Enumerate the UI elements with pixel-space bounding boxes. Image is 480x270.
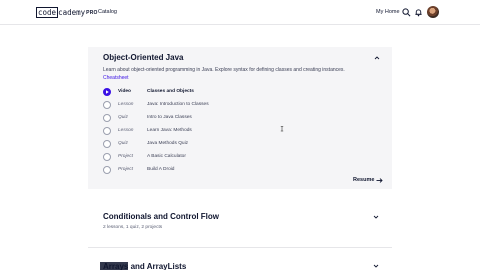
module-meta: 2 lessons, 1 quiz, 2 projects <box>103 225 163 230</box>
chevron-down-icon[interactable] <box>373 263 379 269</box>
item-name: A Basic Calculator <box>147 154 186 159</box>
item-type: Quiz <box>118 115 128 120</box>
item-type: Lesson <box>118 102 134 107</box>
module-object-oriented-java: Object-Oriented Java Learn about object-… <box>88 47 392 189</box>
logo-pro: PRO <box>86 9 98 16</box>
module-description: Learn about object-oriented programming … <box>103 67 345 73</box>
content-item[interactable]: Lesson Java: Introduction to Classes <box>103 101 363 111</box>
logo-cademy: cademy <box>58 8 86 17</box>
arrow-right-icon <box>376 177 384 183</box>
content-item[interactable]: Project A Basic Calculator <box>103 153 363 163</box>
item-name: Intro to Java Classes <box>147 115 192 120</box>
chevron-up-icon[interactable] <box>374 55 380 61</box>
project-icon <box>103 166 111 174</box>
item-name: Java Methods Quiz <box>147 141 189 146</box>
codecademy-pro-logo[interactable]: code cademy PRO <box>36 7 98 18</box>
overlay-obstruction <box>100 262 128 270</box>
lesson-icon <box>103 101 111 109</box>
nav-my-home-link[interactable]: My Home <box>376 9 400 15</box>
quiz-icon <box>103 140 111 148</box>
cheatsheet-link[interactable]: Cheatsheet <box>103 75 129 81</box>
module-title-conditionals[interactable]: Conditionals and Control Flow <box>103 212 219 221</box>
nav-catalog-link[interactable]: Catalog <box>98 9 117 15</box>
item-name: Learn Java: Methods <box>147 128 192 133</box>
item-type: Quiz <box>118 141 128 146</box>
avatar[interactable] <box>427 6 439 18</box>
module-title[interactable]: Object-Oriented Java <box>103 53 183 62</box>
play-icon <box>103 88 111 96</box>
logo-code: code <box>36 7 59 18</box>
project-icon <box>103 153 111 161</box>
content-item[interactable]: Quiz Java Methods Quiz <box>103 140 363 150</box>
resume-button[interactable]: Resume <box>353 177 384 183</box>
quiz-icon <box>103 114 111 122</box>
content-item[interactable]: Project Build A Droid <box>103 166 363 176</box>
item-type: Project <box>118 154 133 159</box>
chevron-down-icon[interactable] <box>373 214 379 220</box>
item-type: Video <box>118 89 131 94</box>
divider <box>88 247 392 248</box>
lesson-icon <box>103 127 111 135</box>
bell-icon[interactable] <box>414 8 423 17</box>
item-name: Java: Introduction to Classes <box>147 102 209 107</box>
top-nav: code cademy PRO Catalog My Home <box>0 0 480 25</box>
content-item[interactable]: Lesson Learn Java: Methods <box>103 127 363 137</box>
item-type: Lesson <box>118 128 134 133</box>
item-name: Classes and Objects <box>147 89 194 94</box>
resume-label: Resume <box>353 177 375 183</box>
content-item[interactable]: Video Classes and Objects <box>103 88 363 98</box>
search-icon[interactable] <box>402 8 411 17</box>
mouse-cursor-icon <box>280 126 284 132</box>
item-type: Project <box>118 167 133 172</box>
item-name: Build A Droid <box>147 167 175 172</box>
content-item[interactable]: Quiz Intro to Java Classes <box>103 114 363 124</box>
